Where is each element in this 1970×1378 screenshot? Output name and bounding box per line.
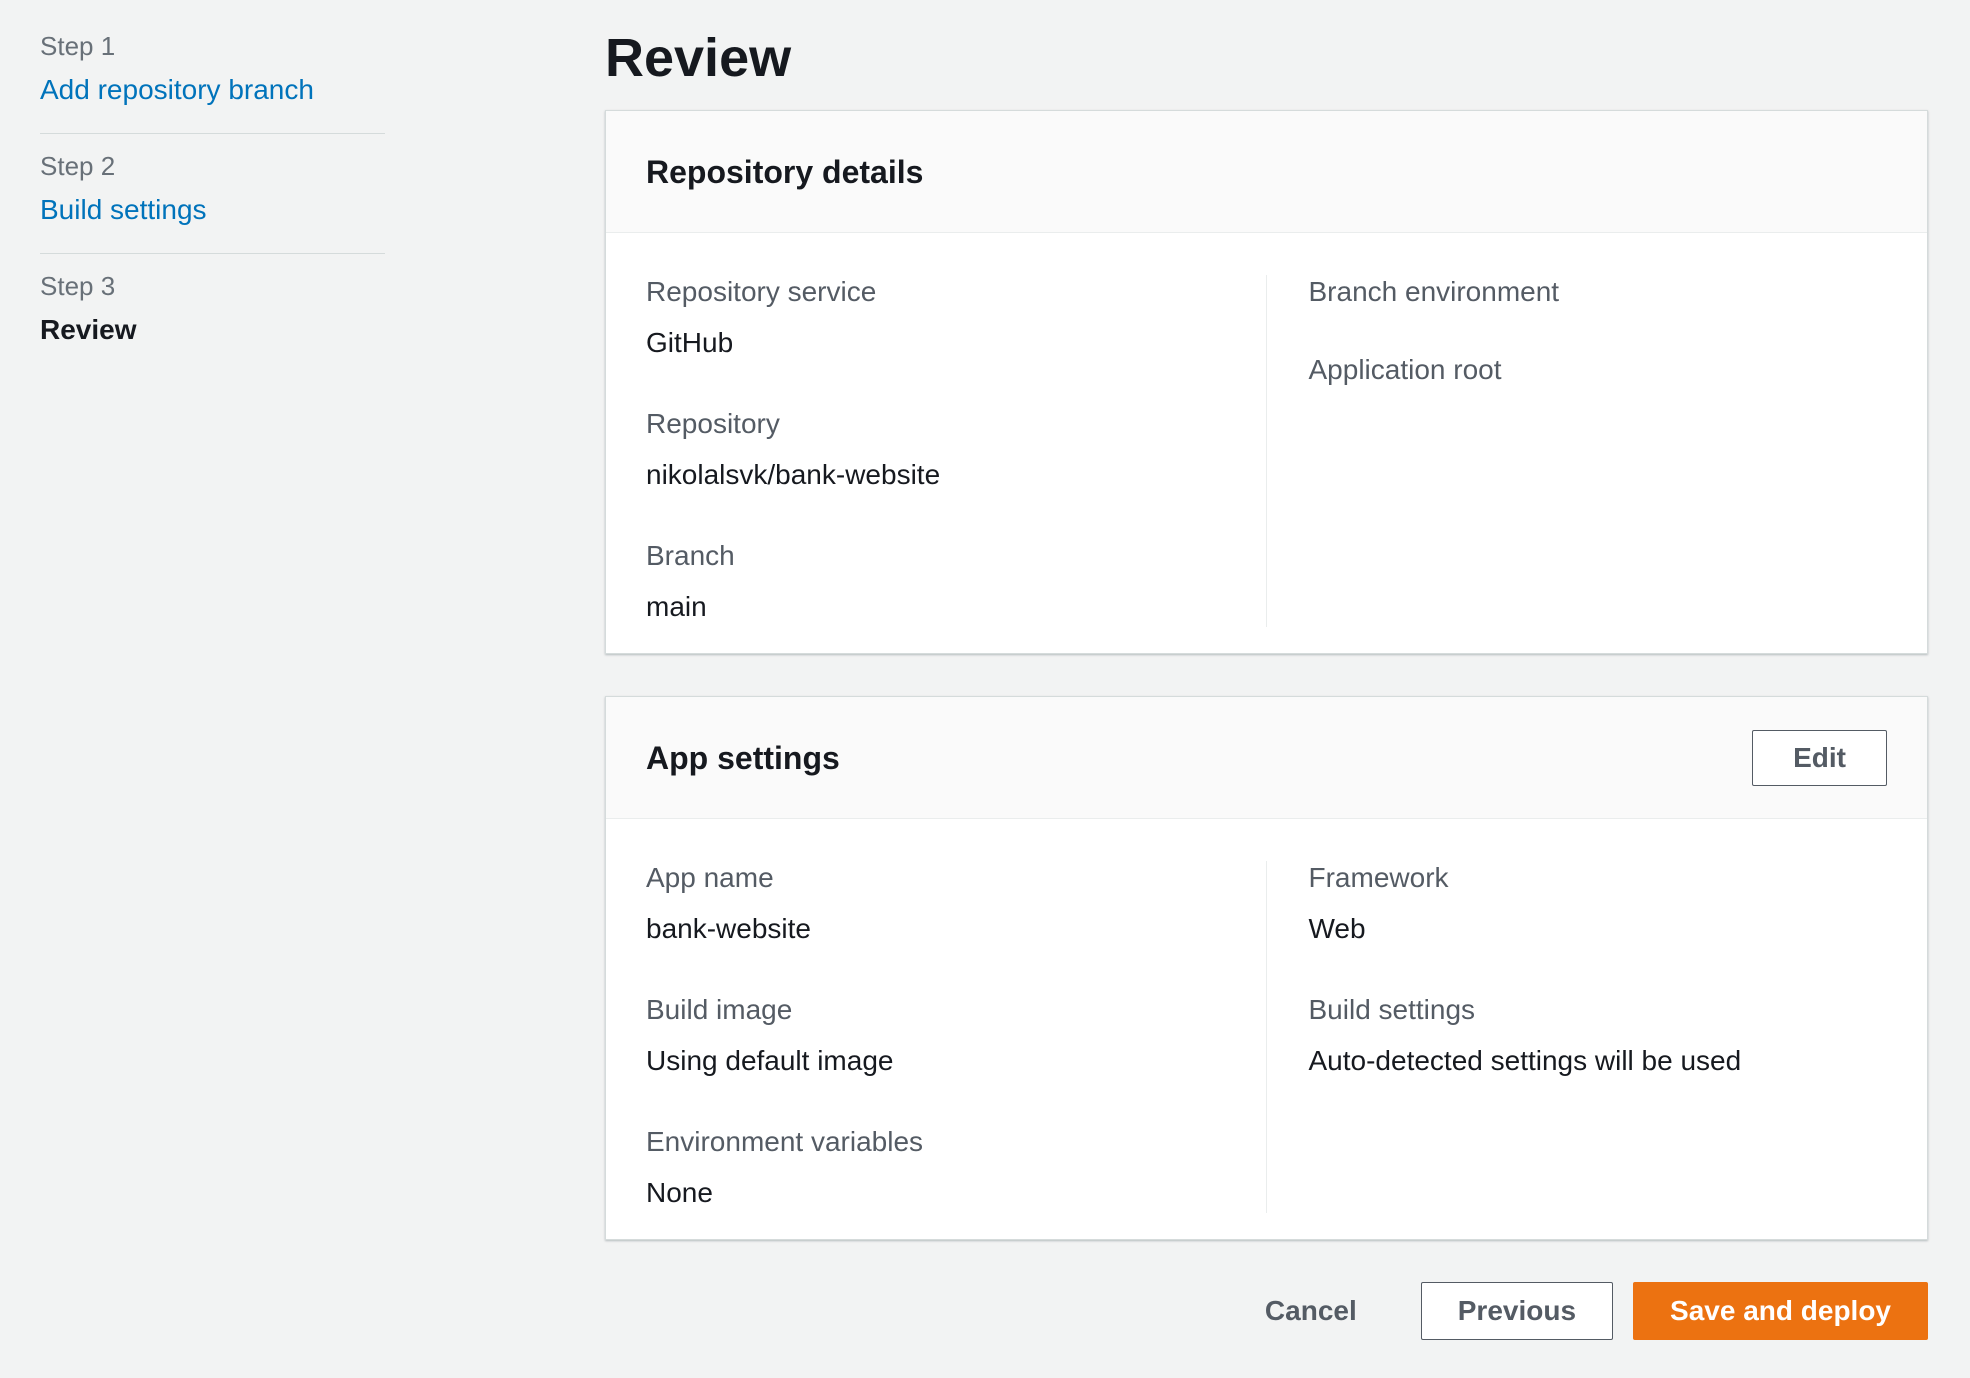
wizard-steps-sidebar: Step 1 Add repository branch Step 2 Buil… xyxy=(40,30,385,350)
sidebar-item-build-settings[interactable]: Build settings xyxy=(40,190,385,230)
sidebar-divider xyxy=(40,253,385,254)
field-label: Application root xyxy=(1308,354,1502,385)
field-value: GitHub xyxy=(646,327,734,358)
sidebar-item-add-repository-branch[interactable]: Add repository branch xyxy=(40,70,385,110)
cancel-button[interactable]: Cancel xyxy=(1265,1282,1357,1340)
repository-details-body: Repository service GitHub Repository nik… xyxy=(606,233,1927,653)
field-value: main xyxy=(646,591,707,622)
edit-button[interactable]: Edit xyxy=(1752,729,1887,786)
repository-details-title: Repository details xyxy=(646,153,924,190)
repository-details-header: Repository details xyxy=(606,111,1927,233)
field-application-root: Application root xyxy=(1309,353,1888,387)
field-label: Build settings xyxy=(1308,994,1476,1025)
sidebar-item-review-current: Review xyxy=(40,314,137,345)
field-value: Web xyxy=(1308,913,1366,944)
sidebar-divider xyxy=(40,133,385,134)
repository-details-right-column: Branch environment Application root xyxy=(1267,275,1888,627)
field-label: Branch xyxy=(646,540,735,571)
field-value: Using default image xyxy=(646,1045,894,1076)
step-2: Step 2 Build settings xyxy=(40,150,385,230)
previous-button[interactable]: Previous xyxy=(1420,1282,1614,1340)
repository-details-left-column: Repository service GitHub Repository nik… xyxy=(646,275,1267,627)
step-3-label: Step 3 xyxy=(40,271,116,301)
field-build-image: Build image Using default image xyxy=(646,993,1226,1081)
field-framework: Framework Web xyxy=(1309,861,1888,949)
field-label: Environment variables xyxy=(646,1126,924,1157)
field-branch: Branch main xyxy=(646,539,1226,627)
page-title: Review xyxy=(605,28,792,88)
step-2-label: Step 2 xyxy=(40,151,116,181)
field-repository-service: Repository service GitHub xyxy=(646,275,1226,363)
field-build-settings: Build settings Auto-detected settings wi… xyxy=(1309,993,1888,1081)
app-settings-body: App name bank-website Build image Using … xyxy=(606,819,1927,1239)
app-settings-title: App settings xyxy=(646,739,840,776)
field-label: Repository xyxy=(646,408,780,439)
app-settings-left-column: App name bank-website Build image Using … xyxy=(646,861,1267,1213)
app-settings-right-column: Framework Web Build settings Auto-detect… xyxy=(1267,861,1888,1213)
field-label: Build image xyxy=(646,994,793,1025)
step-1: Step 1 Add repository branch xyxy=(40,30,385,110)
field-label: App name xyxy=(646,862,774,893)
step-1-label: Step 1 xyxy=(40,31,116,61)
field-value: Auto-detected settings will be used xyxy=(1308,1045,1742,1076)
field-repository: Repository nikolalsvk/bank-website xyxy=(646,407,1226,495)
field-label: Framework xyxy=(1308,862,1449,893)
field-app-name: App name bank-website xyxy=(646,861,1226,949)
footer-actions: Cancel Previous Save and deploy xyxy=(605,1282,1928,1340)
field-branch-environment: Branch environment xyxy=(1309,275,1888,309)
repository-details-card: Repository details Repository service Gi… xyxy=(605,110,1928,654)
field-label: Branch environment xyxy=(1308,276,1560,307)
app-settings-card: App settings Edit App name bank-website … xyxy=(605,696,1928,1240)
field-value: bank-website xyxy=(646,913,811,944)
save-and-deploy-button[interactable]: Save and deploy xyxy=(1633,1282,1928,1340)
field-label: Repository service xyxy=(646,276,877,307)
field-value: nikolalsvk/bank-website xyxy=(646,459,941,490)
field-environment-variables: Environment variables None xyxy=(646,1125,1226,1213)
field-value: None xyxy=(646,1177,713,1208)
main-content: Review Repository details Repository ser… xyxy=(605,0,1928,1340)
step-3: Step 3 Review xyxy=(40,270,385,350)
app-settings-header: App settings Edit xyxy=(606,697,1927,819)
